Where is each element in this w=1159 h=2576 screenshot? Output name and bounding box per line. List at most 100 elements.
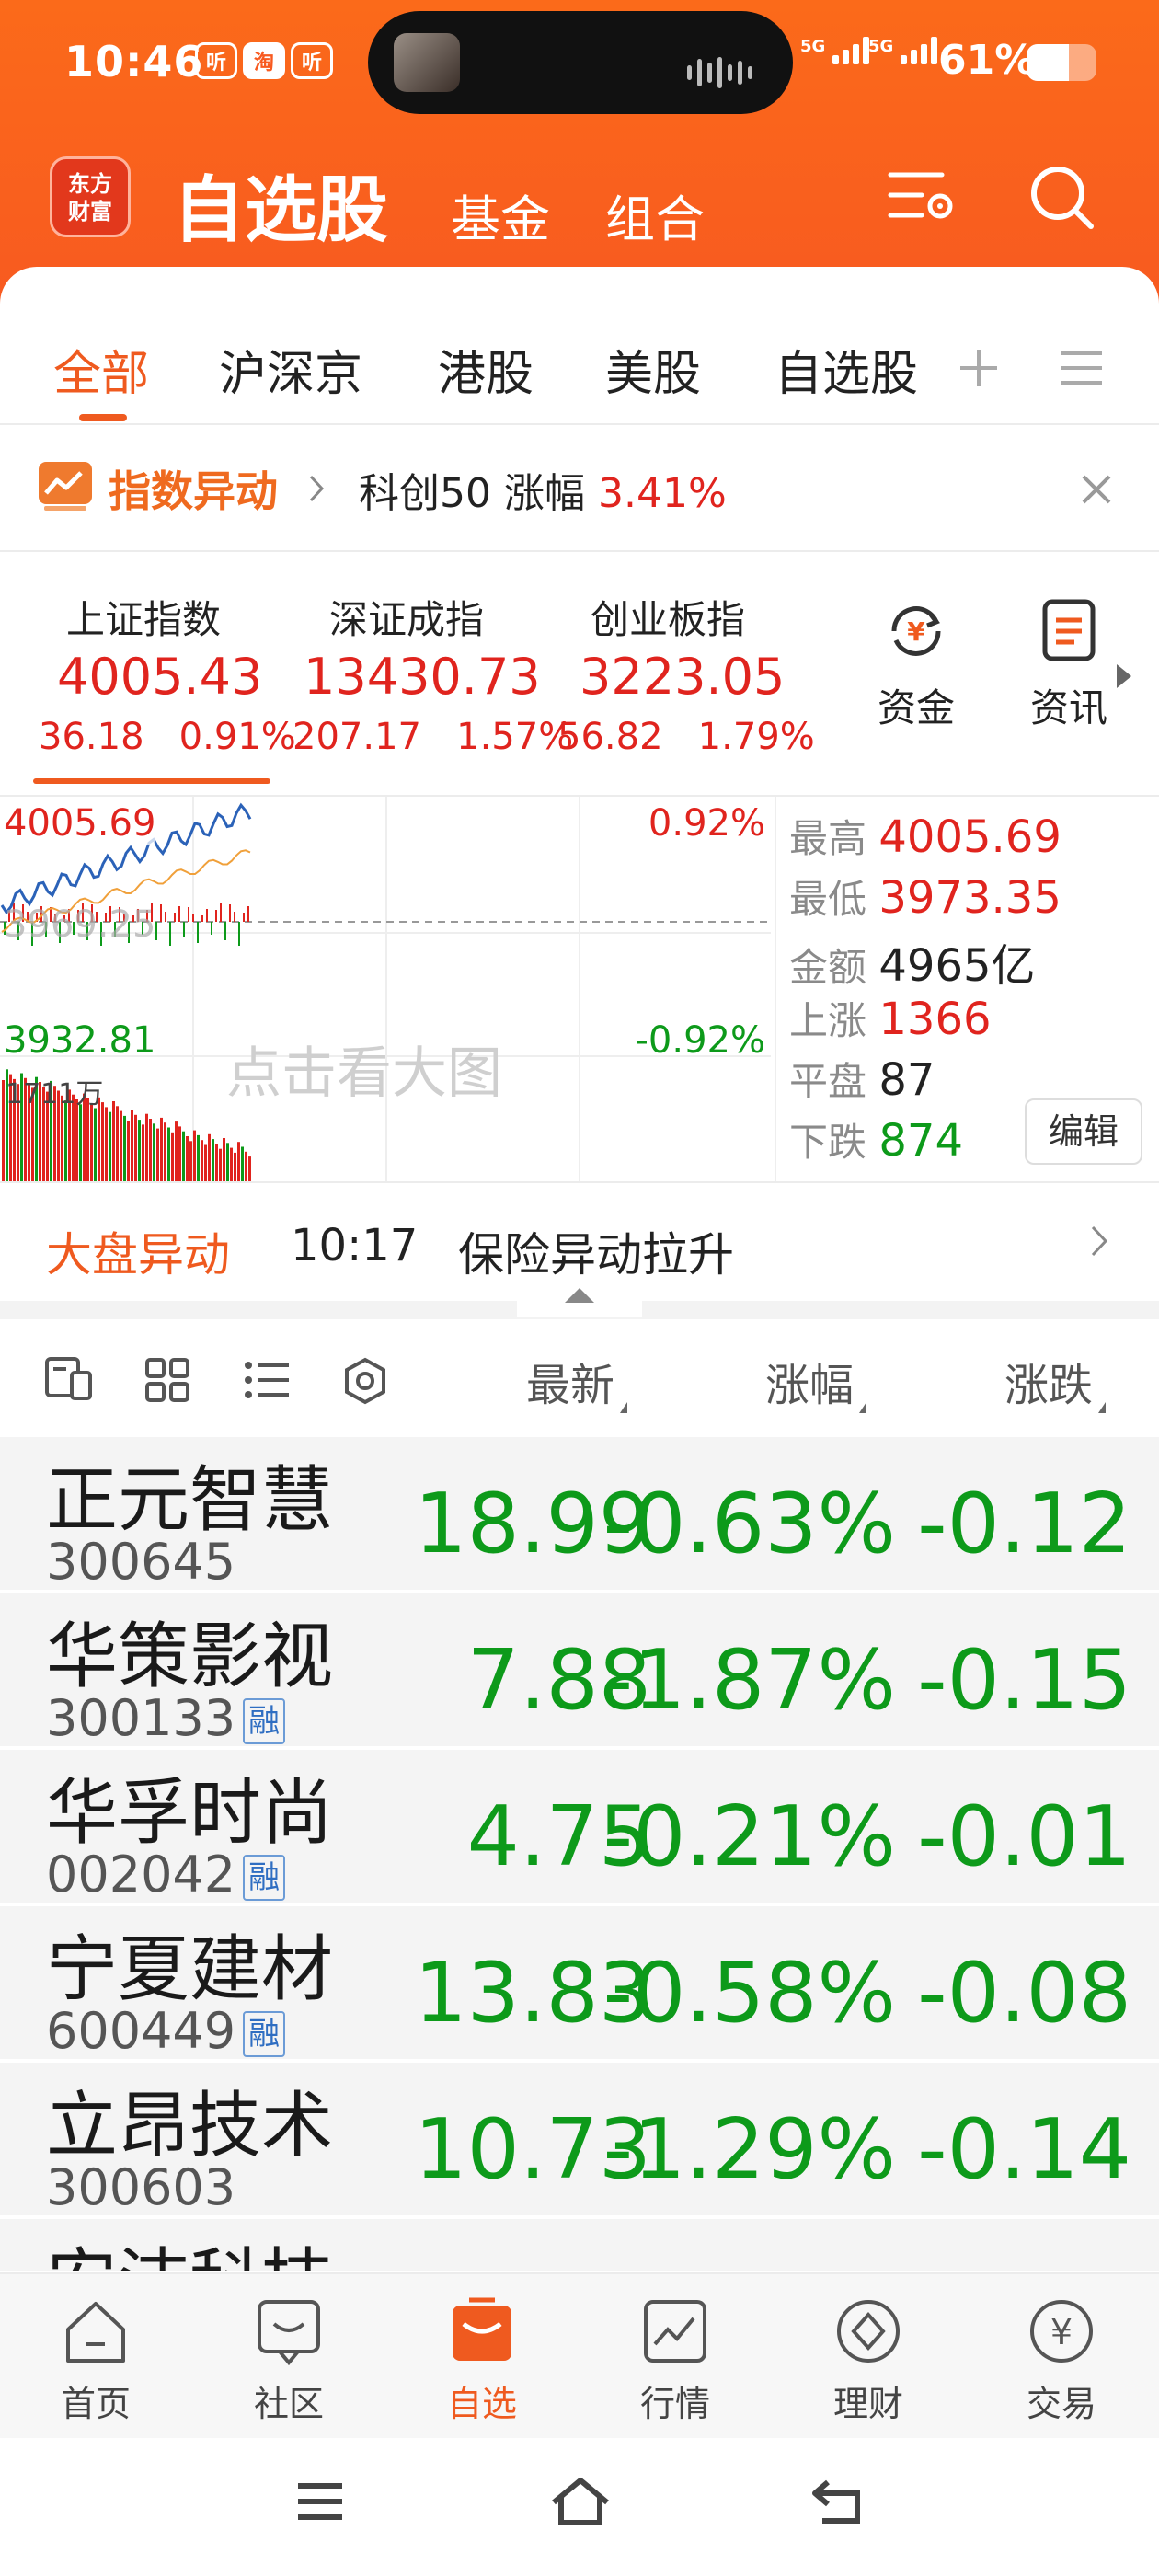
volume-bar (138, 1120, 141, 1181)
status-time: 10:46 (64, 37, 204, 86)
col-header-latest[interactable]: 最新 (526, 1349, 628, 1413)
stock-name: 立昂技术 (46, 2085, 334, 2168)
index-name: 深证成指 (329, 597, 485, 642)
volume-bar (171, 1132, 174, 1181)
volume-bar (156, 1128, 159, 1181)
back-icon[interactable] (809, 2477, 865, 2526)
market-move-time: 10:17 (291, 1220, 419, 1271)
home-icon[interactable] (548, 2475, 613, 2528)
stock-row[interactable]: 正元智慧 300645 18.99 -0.63% -0.12 (0, 1437, 1159, 1592)
page-title[interactable]: 自选股 (173, 153, 388, 256)
market-tabs: 全部 沪深京 港股 美股 自选股 (0, 313, 1159, 423)
menu-icon[interactable] (293, 2478, 348, 2524)
list-card-icon[interactable] (44, 1356, 94, 1402)
volume-bar (64, 1100, 67, 1181)
tab-fund[interactable]: 基金 (451, 178, 550, 251)
stock-pct: -0.58% (602, 1945, 896, 2041)
intraday-chart-svg (0, 797, 771, 1181)
active-index-indicator (33, 778, 270, 784)
index-card-sz[interactable]: 深证成指 13430.73 207.17 1.57% (293, 552, 573, 795)
quick-fund-flow[interactable]: ¥ 资金 (861, 598, 971, 733)
volume-bar (234, 1152, 236, 1181)
stock-row[interactable]: 安洁科技14.02-0.57%-0.08 (0, 2219, 1159, 2272)
collapse-handle[interactable] (517, 1275, 642, 1317)
quick-news[interactable]: 资讯 (1014, 598, 1124, 733)
chart-mid-price: 3969.25 (4, 903, 156, 946)
index-card-cy[interactable]: 创业板指 3223.05 56.82 1.79% (557, 552, 815, 795)
volume-bar (79, 1104, 82, 1181)
nav-trade[interactable]: ¥ 交易 (997, 2296, 1126, 2426)
stock-change: -0.08 (917, 1945, 1131, 2041)
collapse-up-icon (565, 1288, 594, 1303)
signal-icon: 5G (868, 37, 938, 64)
listen-app-icon: 听 (291, 42, 333, 79)
tab-custom[interactable]: 自选股 (775, 335, 918, 404)
tab-all[interactable]: 全部 (53, 335, 149, 404)
chevron-right-icon (309, 475, 325, 502)
audio-wave-icon (687, 57, 752, 88)
tab-us[interactable]: 美股 (605, 335, 701, 404)
chart-overlay-hint: 点击看大图 (226, 1041, 502, 1106)
index-name: 创业板指 (591, 597, 746, 642)
volume-bar (175, 1121, 178, 1181)
tab-hk[interactable]: 港股 (438, 335, 534, 404)
target-icon[interactable] (340, 1356, 390, 1406)
col-header-pct[interactable]: 涨幅 (765, 1349, 867, 1413)
nav-home[interactable]: 首页 (31, 2296, 160, 2426)
volume-bar (226, 1143, 229, 1181)
index-alert-bar[interactable]: 指数异动 科创50 涨幅 3.41% (0, 425, 1159, 550)
battery-icon (1027, 44, 1096, 81)
market-stats: 最高 4005.69 最低 3973.35 金额 4965亿 上涨 1366 平… (775, 797, 1159, 1181)
volume-bar (248, 1156, 251, 1181)
tab-portfolio[interactable]: 组合 (605, 178, 705, 251)
menu-icon[interactable] (1058, 342, 1106, 394)
media-thumbnail (394, 33, 460, 92)
index-card-sh[interactable]: 上证指数 4005.43 36.18 0.91% (33, 552, 296, 795)
home-icon (66, 2302, 125, 2363)
volume-bar (164, 1122, 166, 1181)
index-value: 3223.05 (580, 648, 786, 706)
app-header: 10:46 听 淘 听 5G 5G 61% 东方 财富 自选股 基金 组合 (0, 0, 1159, 304)
volume-bar (153, 1123, 155, 1181)
nav-watchlist[interactable]: 自选 (418, 2296, 546, 2426)
notification-icons: 听 淘 听 (195, 42, 333, 79)
settings-list-icon[interactable] (885, 160, 958, 234)
search-icon[interactable] (1025, 160, 1098, 234)
close-icon[interactable] (1078, 471, 1115, 508)
stock-change: -0.14 (917, 2101, 1131, 2198)
tab-hs[interactable]: 沪深京 (219, 335, 362, 404)
stock-pct: -0.57% (603, 2258, 896, 2271)
chart-bottom-price: 3932.81 (4, 1019, 156, 1062)
stock-row[interactable]: 华策影视 300133 融 7.88 -1.87% -0.15 (0, 1593, 1159, 1748)
add-icon[interactable] (953, 342, 1004, 394)
money-flow-bar (224, 922, 226, 940)
stock-name: 华孚时尚 (46, 1772, 334, 1855)
stock-row[interactable]: 华孚时尚 002042 融 4.75 -0.21% -0.01 (0, 1750, 1159, 1904)
stat-low: 最低 3973.35 (789, 872, 1061, 924)
app-logo[interactable]: 东方 财富 (50, 156, 131, 237)
nav-community[interactable]: 社区 (224, 2296, 353, 2426)
intraday-chart[interactable]: 4005.69 0.92% 3969.25 3932.81 -0.92% 171… (0, 797, 773, 1181)
bottom-nav: 首页 社区 自选 行情 理财 ¥ 交易 (0, 2272, 1159, 2438)
nav-wealth[interactable]: 理财 (804, 2296, 933, 2426)
volume-bar (215, 1144, 218, 1181)
money-flow-bar (197, 922, 199, 943)
stock-code: 300645 (46, 1533, 236, 1591)
index-change: 207.17 1.57% (293, 716, 574, 758)
dynamic-island[interactable] (368, 11, 793, 114)
chart-volume: 1711万 (6, 1078, 104, 1110)
stock-row[interactable]: 立昂技术 300603 10.73 -1.29% -0.14 (0, 2063, 1159, 2217)
stock-pct: -1.87% (602, 1632, 896, 1729)
list-icon[interactable] (243, 1358, 293, 1402)
grid-icon[interactable] (143, 1356, 191, 1404)
col-header-change[interactable]: 涨跌 (1004, 1349, 1107, 1413)
scroll-right-icon[interactable] (1115, 661, 1133, 692)
stock-code: 300603 (46, 2158, 236, 2216)
margin-badge: 融 (243, 1855, 286, 1901)
stock-row[interactable]: 宁夏建材 600449 融 13.83 -0.58% -0.08 (0, 1906, 1159, 2061)
nav-market[interactable]: 行情 (611, 2296, 740, 2426)
edit-button[interactable]: 编辑 (1025, 1098, 1142, 1165)
chart-top-pct: 0.92% (648, 802, 765, 845)
stock-code: 600449 融 (46, 2002, 286, 2059)
money-flow-bar (215, 910, 217, 922)
